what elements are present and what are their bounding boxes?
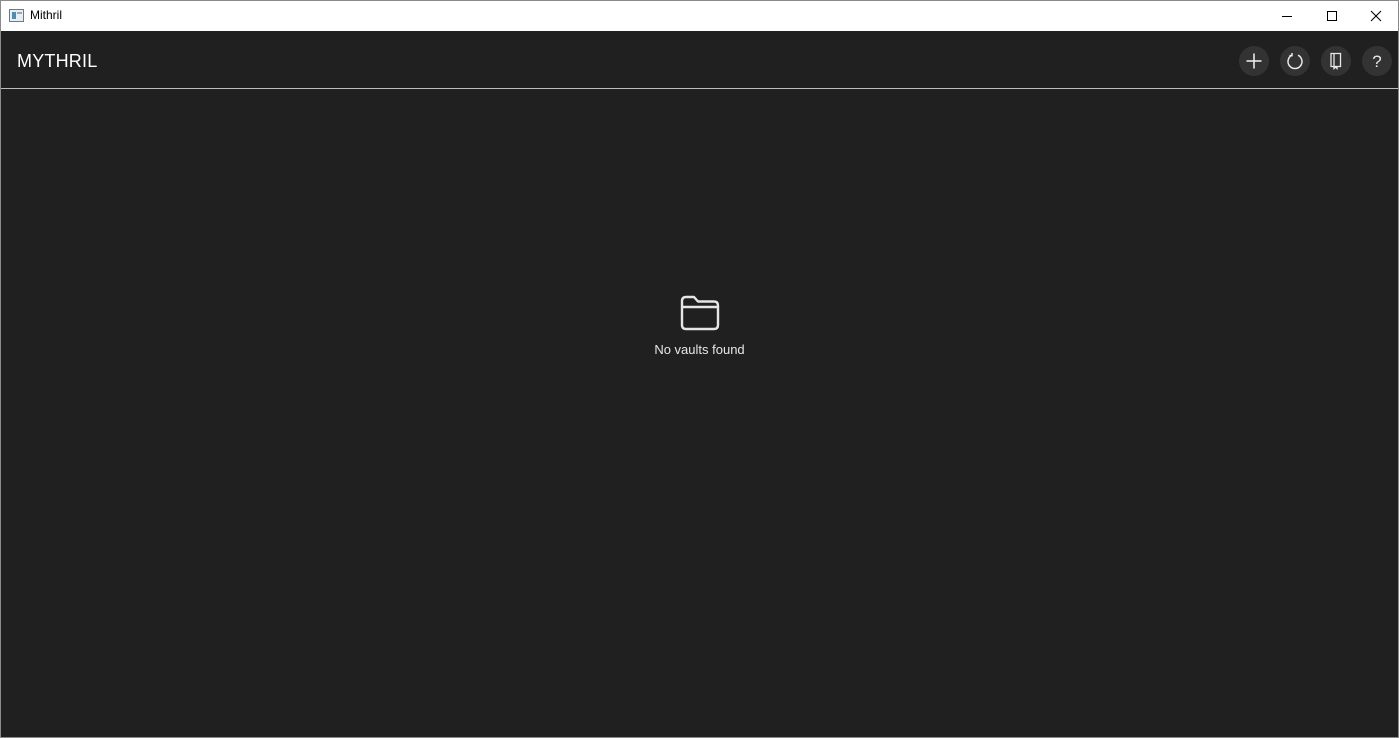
- vault-list-area: No vaults found: [1, 90, 1398, 737]
- app-icon: [9, 9, 24, 22]
- app-header: MYTHRIL ?: [1, 31, 1398, 89]
- book-icon: [1330, 52, 1342, 70]
- help-button[interactable]: ?: [1362, 46, 1392, 76]
- refresh-button[interactable]: [1280, 46, 1310, 76]
- window-title: Mithril: [30, 8, 62, 22]
- app-window: Mithril MYTHRIL ? No vaults found: [0, 0, 1399, 738]
- title-bar[interactable]: Mithril: [1, 1, 1398, 31]
- minimize-icon: [1282, 16, 1292, 17]
- question-icon: ?: [1372, 51, 1382, 71]
- refresh-icon: [1287, 53, 1303, 70]
- empty-state-message: No vaults found: [654, 342, 745, 357]
- minimize-button[interactable]: [1264, 1, 1310, 31]
- maximize-button[interactable]: [1309, 1, 1355, 31]
- empty-state: No vaults found: [1, 294, 1398, 357]
- close-icon: [1370, 10, 1382, 22]
- book-button[interactable]: [1321, 46, 1351, 76]
- add-vault-button[interactable]: [1239, 46, 1269, 76]
- maximize-icon: [1327, 11, 1337, 21]
- brand-title: MYTHRIL: [17, 51, 98, 71]
- folder-icon: [680, 295, 719, 331]
- plus-icon: [1246, 53, 1262, 69]
- close-button[interactable]: [1353, 1, 1398, 31]
